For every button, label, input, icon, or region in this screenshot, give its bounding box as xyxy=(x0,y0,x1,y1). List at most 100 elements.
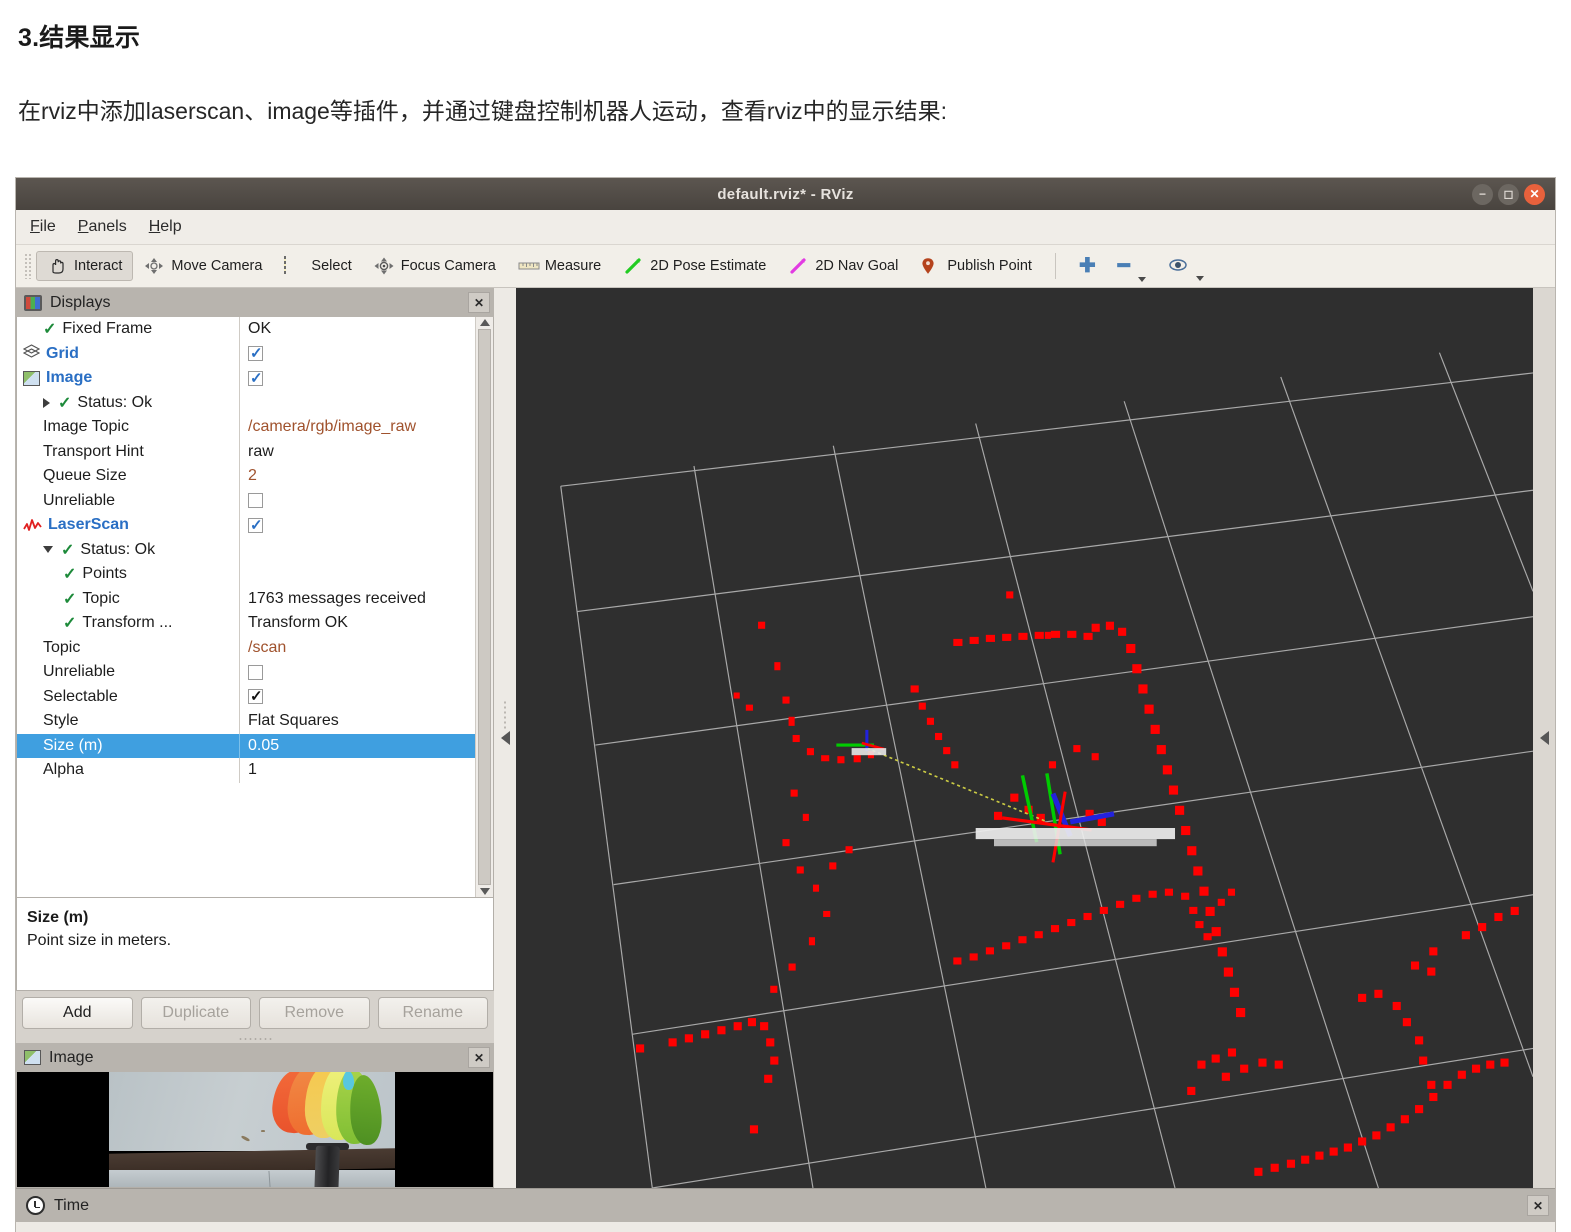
collapse-right-icon[interactable] xyxy=(1539,731,1549,745)
display-row[interactable]: ✓ Status: Ok xyxy=(17,390,475,415)
menu-help[interactable]: Help xyxy=(149,218,182,236)
display-row-label: Grid xyxy=(46,344,79,362)
tool-add-view[interactable]: ✚ xyxy=(1068,250,1107,282)
chevron-down-icon[interactable] xyxy=(1137,277,1146,282)
display-row[interactable]: LaserScan xyxy=(17,513,475,538)
display-row-value-cell[interactable]: 0.05 xyxy=(239,733,475,758)
display-row-value-cell[interactable]: raw xyxy=(239,439,475,464)
display-row[interactable]: Unreliable xyxy=(17,660,475,685)
display-row[interactable]: Alpha 1 xyxy=(17,758,475,783)
displays-scrollbar[interactable] xyxy=(475,317,493,898)
checkbox-unchecked[interactable] xyxy=(248,493,263,509)
display-row-value-cell[interactable]: OK xyxy=(239,317,475,342)
display-row-value-cell[interactable]: /scan xyxy=(239,635,475,660)
scroll-thumb[interactable] xyxy=(478,329,491,886)
display-row-value: /camera/rgb/image_raw xyxy=(248,418,417,436)
checkbox-checked[interactable] xyxy=(248,344,263,362)
chevron-down-icon[interactable] xyxy=(43,546,53,554)
display-row[interactable]: Transport Hint raw xyxy=(17,439,475,464)
chevron-down-icon-2[interactable] xyxy=(1195,276,1204,281)
display-row[interactable]: ✓ Transform ... Transform OK xyxy=(17,611,475,636)
display-row[interactable]: ✓ Status: Ok xyxy=(17,537,475,562)
display-row-value-cell[interactable] xyxy=(239,660,475,685)
tool-move-camera[interactable]: Move Camera xyxy=(133,251,273,281)
display-row[interactable]: Image Topic/camera/rgb/image_raw xyxy=(17,415,475,440)
add-button[interactable]: Add xyxy=(22,997,133,1030)
display-row[interactable]: Unreliable xyxy=(17,488,475,513)
menu-panels[interactable]: Panels xyxy=(78,218,127,236)
image-panel: Image ✕ xyxy=(16,1043,494,1188)
scroll-up-icon[interactable] xyxy=(479,319,490,326)
display-row-value-cell[interactable]: Flat Squares xyxy=(239,709,475,734)
display-row-value-cell[interactable] xyxy=(239,537,475,562)
window-body: Displays ✕ ✓Fixed FrameOKGridImage✓Statu… xyxy=(16,288,1555,1188)
display-row-value-cell[interactable]: 1763 messages received xyxy=(239,586,475,611)
chevron-right-icon[interactable] xyxy=(43,397,50,408)
minus-icon: ━ xyxy=(1117,255,1130,277)
tool-focus-camera-label: Focus Camera xyxy=(400,258,496,274)
displays-action-buttons: Add Duplicate Remove Rename xyxy=(16,991,494,1035)
display-row[interactable]: ✓ Points xyxy=(17,562,475,587)
display-row-value-cell[interactable] xyxy=(239,366,475,391)
display-row[interactable]: ✓ Topic 1763 messages received xyxy=(17,586,475,611)
tool-focus-camera[interactable]: Focus Camera xyxy=(363,251,507,281)
time-panel-body xyxy=(16,1222,1555,1232)
display-row[interactable]: Style Flat Squares xyxy=(17,709,475,734)
tool-select[interactable]: Select xyxy=(273,251,362,281)
display-row-value-cell[interactable]: Transform OK xyxy=(239,611,475,636)
display-row-value-cell[interactable]: /camera/rgb/image_raw xyxy=(239,415,475,440)
display-row[interactable]: Grid xyxy=(17,341,475,366)
checkbox-checked[interactable] xyxy=(248,369,263,387)
image-panel-header: Image ✕ xyxy=(16,1043,494,1073)
left-splitter[interactable] xyxy=(494,288,516,1188)
scroll-down-icon[interactable] xyxy=(479,888,490,896)
render-view-3d[interactable] xyxy=(516,288,1533,1188)
checkbox-checked[interactable] xyxy=(248,687,263,705)
camera-image-view[interactable] xyxy=(16,1072,494,1188)
right-splitter[interactable] xyxy=(1533,288,1555,1188)
displays-panel-close-icon[interactable]: ✕ xyxy=(468,292,490,313)
time-panel-title: Time xyxy=(54,1196,89,1214)
display-row[interactable]: ✓ Fixed Frame OK xyxy=(17,317,475,342)
display-row-label-cell: Queue Size xyxy=(17,467,239,485)
tool-views-visibility[interactable] xyxy=(1157,251,1215,281)
display-row[interactable]: Image xyxy=(17,366,475,391)
rename-button[interactable]: Rename xyxy=(377,997,488,1030)
window-controls: − ◻ ✕ xyxy=(1472,178,1545,210)
checkbox-checked[interactable] xyxy=(248,516,263,534)
tool-remove-view[interactable]: ━ xyxy=(1107,250,1157,282)
display-row-value-cell[interactable] xyxy=(239,562,475,587)
display-row-value-cell[interactable]: 1 xyxy=(239,758,475,783)
display-row-value-cell[interactable] xyxy=(239,488,475,513)
display-row-value-cell[interactable] xyxy=(239,684,475,709)
maximize-button[interactable]: ◻ xyxy=(1498,183,1519,205)
display-row-label: Selectable xyxy=(43,687,118,705)
tool-measure[interactable]: Measure xyxy=(507,251,612,281)
display-row-label: Style xyxy=(43,712,79,730)
tool-2d-pose-estimate[interactable]: 2D Pose Estimate xyxy=(612,251,777,281)
toolbar-grip[interactable] xyxy=(24,253,33,279)
display-row[interactable]: Selectable xyxy=(17,684,475,709)
tool-2d-nav-goal[interactable]: 2D Nav Goal xyxy=(777,251,909,281)
close-button[interactable]: ✕ xyxy=(1524,183,1545,205)
display-row-value-cell[interactable]: 2 xyxy=(239,464,475,489)
minimize-button[interactable]: − xyxy=(1472,183,1493,205)
checkbox-unchecked[interactable] xyxy=(248,664,263,680)
display-row[interactable]: Queue Size 2 xyxy=(17,464,475,489)
remove-button[interactable]: Remove xyxy=(259,997,370,1030)
display-row-value-cell[interactable] xyxy=(239,341,475,366)
tool-publish-point[interactable]: Publish Point xyxy=(909,251,1043,281)
menu-file[interactable]: File xyxy=(30,218,56,236)
tool-interact[interactable]: Interact xyxy=(36,251,134,281)
displays-tree[interactable]: ✓Fixed FrameOKGridImage✓Status: OkImage … xyxy=(16,317,494,899)
display-row-value-cell[interactable] xyxy=(239,513,475,538)
display-row[interactable]: Topic/scan xyxy=(17,635,475,660)
time-panel-close-icon[interactable]: ✕ xyxy=(1527,1195,1549,1216)
display-row-value-cell[interactable] xyxy=(239,390,475,415)
image-panel-title: Image xyxy=(49,1048,94,1066)
collapse-left-icon[interactable] xyxy=(500,731,510,745)
display-row[interactable]: Size (m) 0.05 xyxy=(17,733,475,758)
panel-splitter-handle[interactable] xyxy=(16,1035,494,1043)
image-panel-close-icon[interactable]: ✕ xyxy=(468,1047,490,1069)
duplicate-button[interactable]: Duplicate xyxy=(140,997,251,1030)
